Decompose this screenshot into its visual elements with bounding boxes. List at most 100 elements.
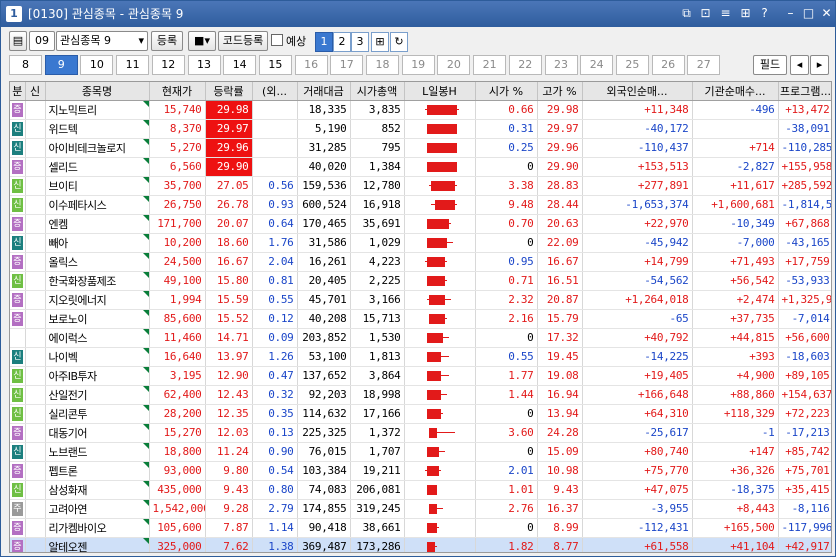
- table-row[interactable]: 신 빼아 10,200 18.60 1.76 31,586 1,029 0 22.09 -45,9…: [10, 233, 831, 253]
- tab-11[interactable]: 11: [116, 55, 150, 75]
- code-register-button[interactable]: 코드등록: [218, 31, 268, 51]
- stock-name[interactable]: 브이티: [49, 180, 78, 193]
- next-tab-icon[interactable]: ▸: [810, 55, 829, 75]
- tab-14[interactable]: 14: [223, 55, 257, 75]
- tab-12[interactable]: 12: [151, 55, 185, 75]
- column-header[interactable]: 신: [25, 82, 46, 101]
- column-header[interactable]: 거래대금: [297, 82, 351, 101]
- forecast-checkbox[interactable]: [271, 34, 283, 46]
- table-row[interactable]: 증 엔켐 171,700 20.07 0.64 170,465 35,691 0.70 20.6…: [10, 214, 831, 234]
- page-1-button[interactable]: 1: [315, 32, 333, 52]
- table-row[interactable]: 증 지노믹트리 15,740 29.98 18,335 3,835 0.66 29.98 +11…: [10, 100, 831, 120]
- column-header[interactable]: 외국인순매...: [582, 82, 693, 101]
- table-row[interactable]: 증 올릭스 24,500 16.67 2.04 16,261 4,223 0.95 16.67 +…: [10, 252, 831, 272]
- table-row[interactable]: 신 나이벡 16,640 13.97 1.26 53,100 1,813 0.55 19.45-…: [10, 347, 831, 367]
- stock-name[interactable]: 빼아: [49, 237, 69, 250]
- options-icon[interactable]: ≡: [718, 6, 733, 21]
- color-select[interactable]: ■▾: [188, 31, 216, 51]
- column-header[interactable]: 현재가: [149, 82, 206, 101]
- close-icon[interactable]: ✕: [819, 6, 834, 21]
- stock-name[interactable]: 지노믹트리: [49, 104, 98, 117]
- maximize-icon[interactable]: □: [801, 6, 816, 21]
- stock-name[interactable]: 산일전기: [49, 389, 88, 402]
- column-header[interactable]: 프로그램...: [778, 82, 831, 101]
- tab-8[interactable]: 8: [9, 55, 42, 75]
- link-icon[interactable]: ⧉: [679, 6, 694, 21]
- column-header[interactable]: 고가 %: [537, 82, 583, 101]
- stock-name[interactable]: 위드텍: [49, 123, 78, 136]
- stock-name[interactable]: 엔켐: [49, 218, 69, 231]
- grid-icon[interactable]: ⊞: [738, 6, 753, 21]
- tab-27[interactable]: 27: [687, 55, 721, 75]
- column-header[interactable]: 시가총액: [350, 82, 405, 101]
- tab-16[interactable]: 16: [294, 55, 328, 75]
- stock-name[interactable]: 올릭스: [49, 256, 78, 269]
- table-row[interactable]: 신 실리콘투 28,200 12.35 0.35 114,632 17,166 0 13.94 +…: [10, 404, 831, 424]
- column-header[interactable]: L일봉H: [404, 82, 476, 101]
- refresh-icon[interactable]: ↻: [390, 32, 408, 52]
- tab-15[interactable]: 15: [258, 55, 292, 75]
- table-row[interactable]: 증 리가켐바이오 105,600 7.87 1.14 90,418 38,661 0 8.99-…: [10, 518, 831, 538]
- table-row[interactable]: 주 고려아연 1,542,000 9.28 2.79 174,855 319,245 2.76…: [10, 499, 831, 519]
- table-row[interactable]: 신 이수페타시스 26,750 26.78 0.93 600,524 16,918 9.48 2…: [10, 195, 831, 215]
- tab-26[interactable]: 26: [651, 55, 685, 75]
- page-2-button[interactable]: 2: [333, 32, 351, 52]
- table-row[interactable]: 신 아주IB투자 3,195 12.90 0.47 137,652 3,864 1.77 19.…: [10, 366, 831, 386]
- stock-name[interactable]: 아주IB투자: [49, 370, 98, 383]
- group-select[interactable]: 관심종목 9 ▾: [56, 31, 148, 51]
- stock-name[interactable]: 셀리드: [49, 161, 78, 174]
- screen-icon[interactable]: ▤: [9, 31, 27, 51]
- tab-18[interactable]: 18: [366, 55, 399, 75]
- stock-name[interactable]: 리가켐바이오: [49, 522, 107, 535]
- stock-name[interactable]: 이수페타시스: [49, 199, 107, 212]
- column-header[interactable]: (외...: [252, 82, 298, 101]
- tab-23[interactable]: 23: [544, 55, 578, 75]
- tab-25[interactable]: 25: [615, 55, 649, 75]
- table-row[interactable]: 증 보로노이 85,600 15.52 0.12 40,208 15,713 2.16 15.7…: [10, 309, 831, 329]
- tab-22[interactable]: 22: [508, 55, 542, 75]
- tab-17[interactable]: 17: [330, 55, 364, 75]
- table-row[interactable]: 신 삼성화재 435,000 9.43 0.80 74,083 206,081 1.01 9.4…: [10, 480, 831, 500]
- restore-icon[interactable]: ⊡: [698, 6, 713, 21]
- page-3-button[interactable]: 3: [351, 32, 369, 52]
- tab-21[interactable]: 21: [473, 55, 507, 75]
- table-row[interactable]: 에이럭스 11,460 14.71 0.09 203,852 1,530 0 17.32 +40…: [10, 328, 831, 348]
- group-number-field[interactable]: 09: [29, 31, 55, 51]
- table-row[interactable]: 신 아이비테크놀로지 5,270 29.96 31,285 795 0.25 29.96 -11…: [10, 138, 831, 158]
- stock-name[interactable]: 펩트론: [49, 465, 78, 478]
- minimize-icon[interactable]: –: [783, 6, 798, 21]
- tab-9[interactable]: 9: [44, 55, 78, 75]
- tab-10[interactable]: 10: [80, 55, 114, 75]
- table-row[interactable]: 증 셀리드 6,560 29.90 40,020 1,384 0 29.90 +153,513-…: [10, 157, 831, 177]
- table-row[interactable]: 증 알테오젠 325,000 7.62 1.38 369,487 173,286 1.82 8.…: [10, 537, 831, 553]
- table-row[interactable]: 신 위드텍 8,370 29.97 5,190 852 0.31 29.97 -40,172 -3…: [10, 119, 831, 139]
- expand-icon[interactable]: ⊞: [371, 32, 389, 52]
- stock-name[interactable]: 지오릿에너지: [49, 294, 107, 307]
- table-row[interactable]: 신 브이티 35,700 27.05 0.56 159,536 12,780 3.38 28.8…: [10, 176, 831, 196]
- table-row[interactable]: 신 산일전기 62,400 12.43 0.32 92,203 18,998 1.44 16.9…: [10, 385, 831, 405]
- stock-name[interactable]: 실리콘투: [49, 408, 88, 421]
- column-header[interactable]: 시가 %: [475, 82, 538, 101]
- table-row[interactable]: 증 대동기어 15,270 12.03 0.13 225,325 1,372 3.60 24.2…: [10, 423, 831, 443]
- column-header[interactable]: 분: [10, 82, 26, 101]
- column-header[interactable]: 종목명: [45, 82, 150, 101]
- tab-13[interactable]: 13: [187, 55, 221, 75]
- stock-name[interactable]: 보로노이: [49, 313, 88, 326]
- stock-name[interactable]: 한국화장품제조: [49, 275, 117, 288]
- table-row[interactable]: 신 노브랜드 18,800 11.24 0.90 76,015 1,707 0 15.09 +80…: [10, 442, 831, 462]
- prev-tab-icon[interactable]: ◂: [790, 55, 809, 75]
- table-row[interactable]: 증 지오릿에너지 1,994 15.59 0.55 45,701 3,166 2.32 20.8…: [10, 290, 831, 310]
- table-row[interactable]: 증 펩트론 93,000 9.80 0.54 103,384 19,211 2.01 10.98…: [10, 461, 831, 481]
- column-header[interactable]: 기관순매수...: [692, 82, 779, 101]
- stock-name[interactable]: 고려아연: [49, 503, 88, 516]
- stock-name[interactable]: 노브랜드: [49, 446, 88, 459]
- column-header[interactable]: 등락률: [205, 82, 253, 101]
- stock-name[interactable]: 삼성화재: [49, 484, 88, 497]
- stock-name[interactable]: 아이비테크놀로지: [49, 142, 126, 155]
- register-button[interactable]: 등록: [151, 31, 183, 51]
- stock-name[interactable]: 대동기어: [49, 427, 88, 440]
- stock-name[interactable]: 알테오젠: [49, 541, 88, 553]
- tab-19[interactable]: 19: [401, 55, 435, 75]
- table-row[interactable]: 신 한국화장품제조 49,100 15.80 0.81 20,405 2,225 0.71 16…: [10, 271, 831, 291]
- tab-20[interactable]: 20: [437, 55, 471, 75]
